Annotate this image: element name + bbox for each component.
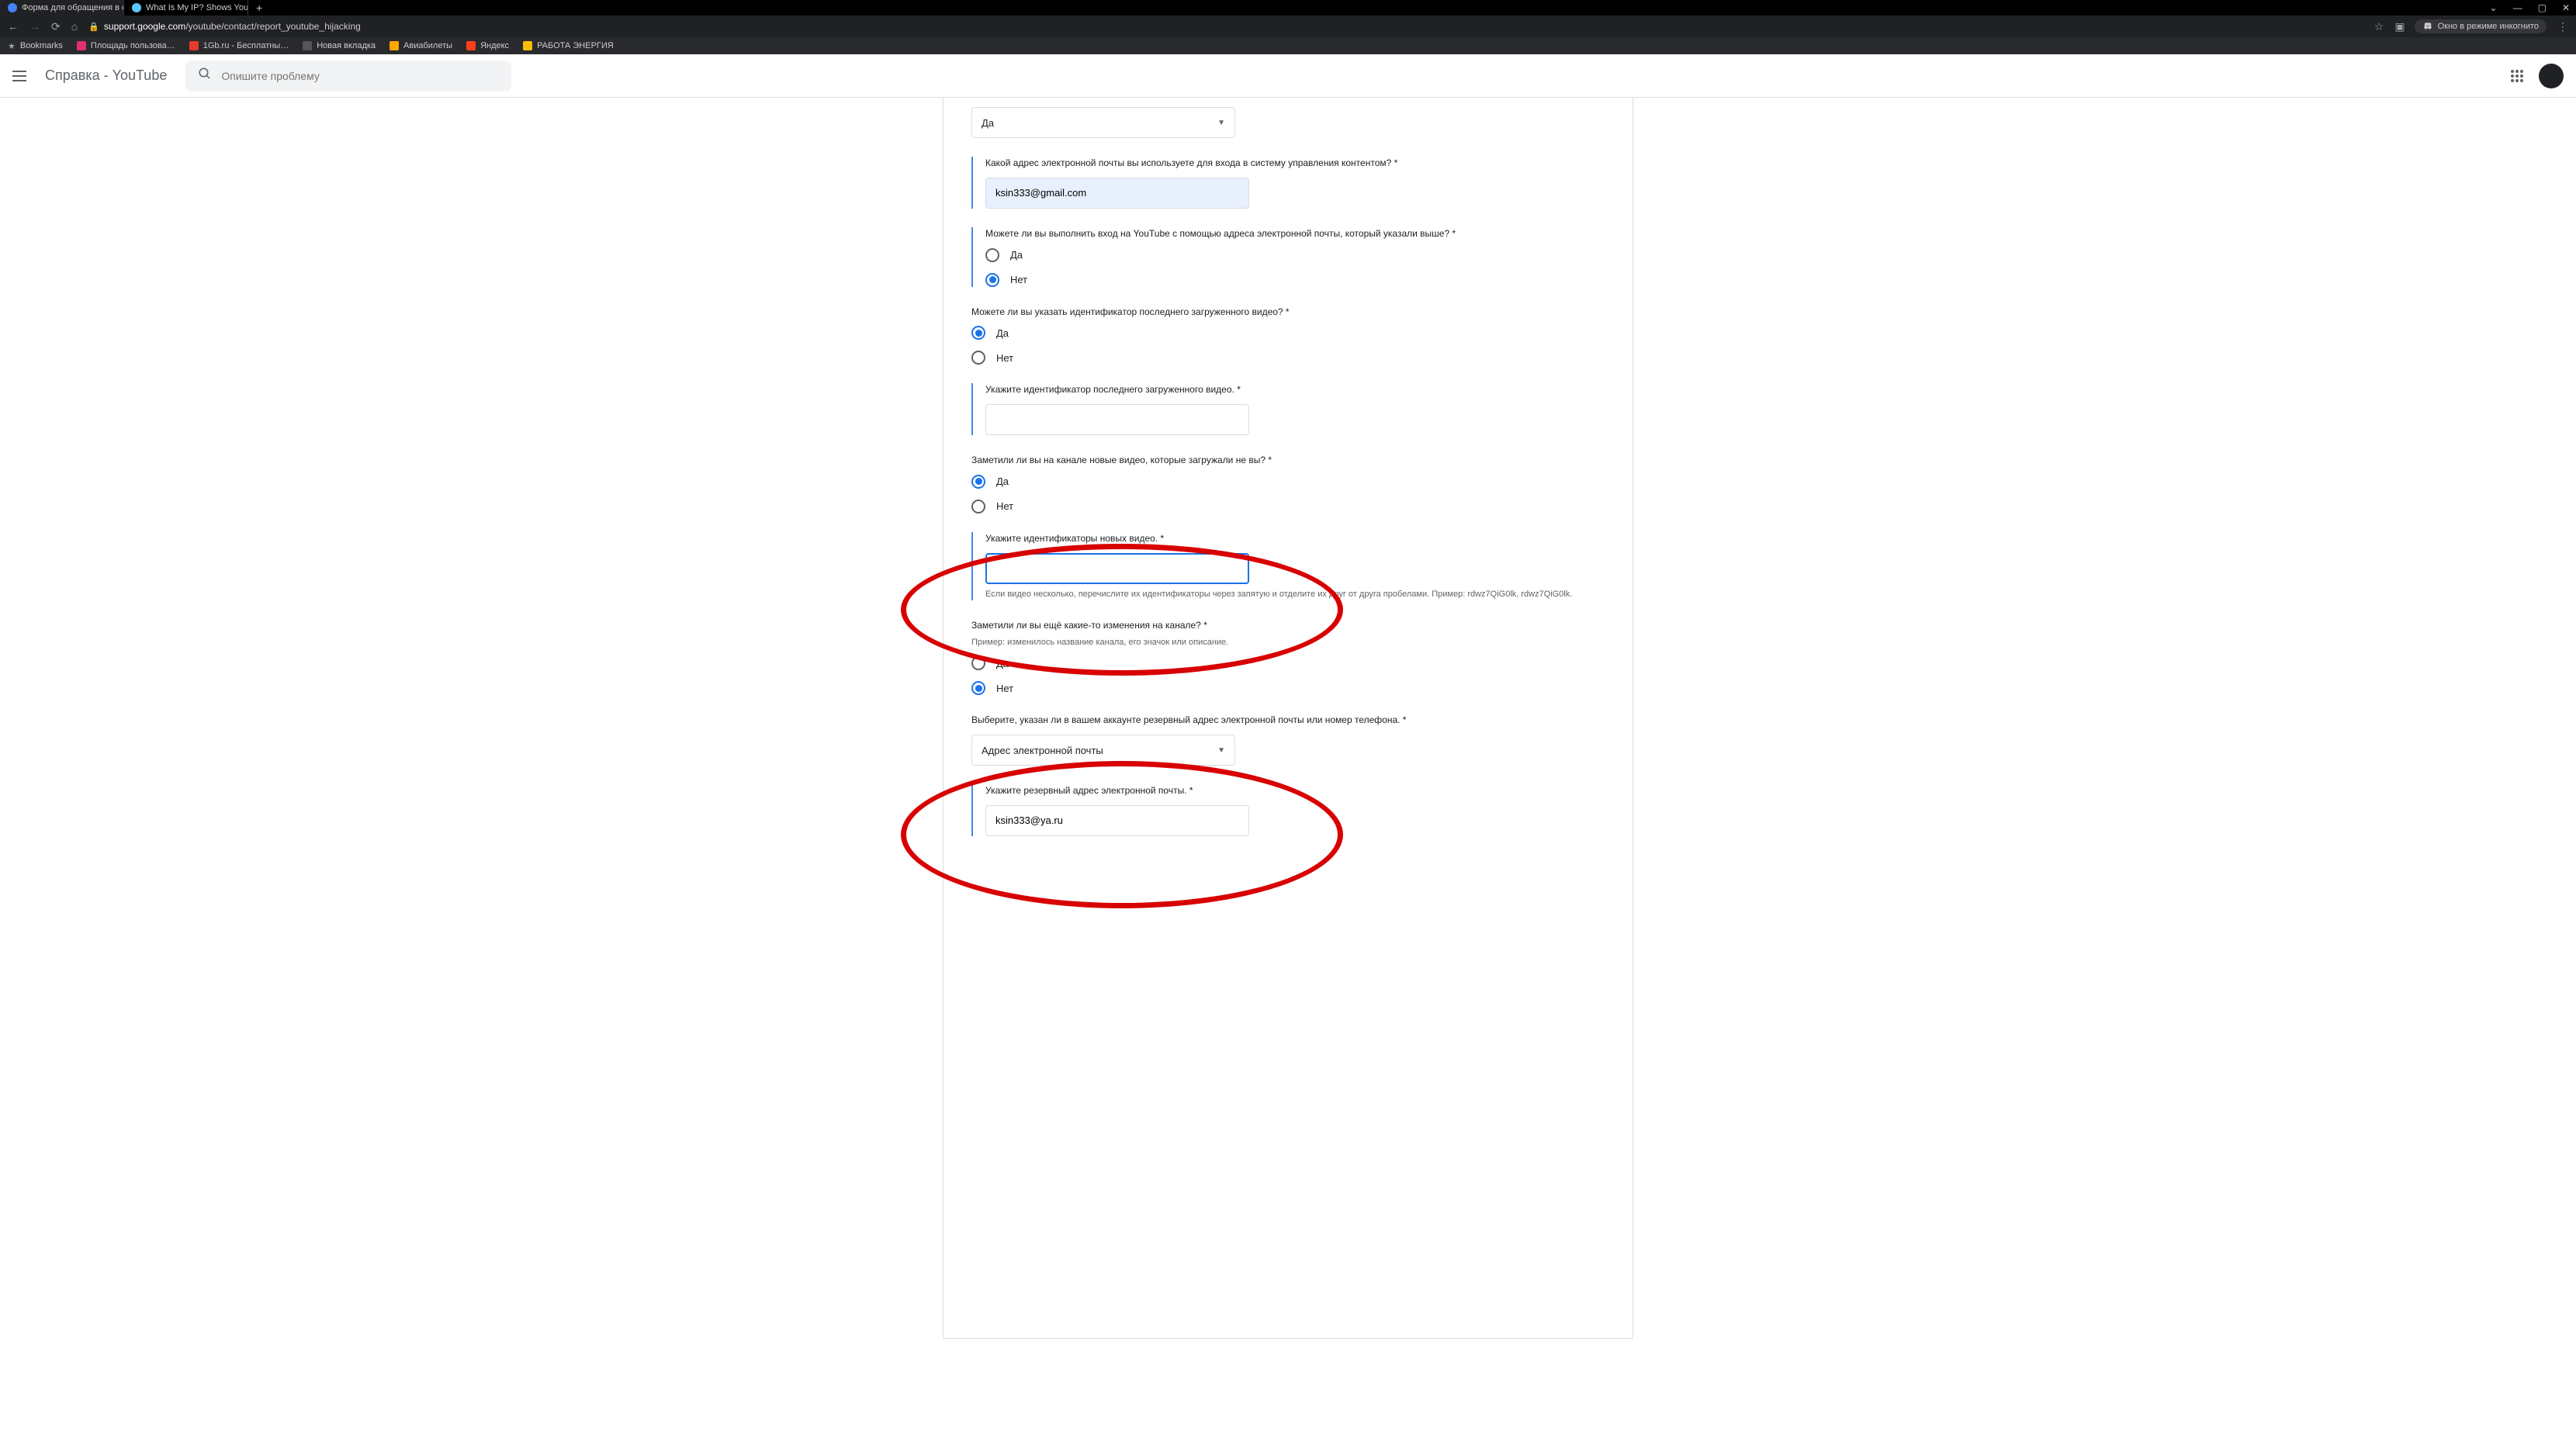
radio-label: Да (996, 658, 1009, 669)
newvideos-radio-yes[interactable]: Да (971, 475, 1605, 489)
window-close[interactable]: ✕ (2562, 2, 2570, 13)
form-card: Да ▼ Какой адрес электронной почты вы ис… (943, 98, 1633, 1339)
bookmark-item[interactable]: Площадь пользова… (77, 41, 175, 50)
lastvideo-id-label: Укажите идентификатор последнего загруже… (985, 383, 1605, 396)
bookmark-label: Площадь пользова… (91, 41, 175, 50)
new-tab-button[interactable]: + (248, 2, 270, 14)
dropdown-arrow-icon: ▼ (1217, 119, 1225, 127)
avatar[interactable] (2539, 64, 2564, 88)
home-button[interactable]: ⌂ (71, 20, 78, 33)
search-box[interactable] (185, 61, 511, 92)
backup-question-label: Выберите, указан ли в вашем аккаунте рез… (971, 714, 1605, 727)
tab-title: Форма для обращения в служб… (22, 3, 124, 12)
star-icon[interactable]: ☆ (2374, 20, 2384, 33)
favicon-google (8, 3, 17, 12)
backup-email-label: Укажите резервный адрес электронной почт… (985, 784, 1605, 797)
login-question-label: Можете ли вы выполнить вход на YouTube с… (985, 227, 1605, 240)
menu-icon[interactable]: ⋮ (2557, 20, 2568, 33)
radio-label: Нет (996, 352, 1013, 364)
url-path: /youtube/contact/report_youtube_hijackin… (185, 21, 361, 32)
bookmark-label: Bookmarks (20, 41, 63, 50)
bookmark-label: Новая вкладка (317, 41, 376, 50)
url-domain: support.google.com (104, 21, 185, 32)
lastvideo-question-label: Можете ли вы указать идентификатор после… (971, 306, 1605, 319)
bookmark-item[interactable]: 1Gb.ru - Бесплатны… (189, 41, 289, 50)
browser-tabs: Форма для обращения в служб… × What Is M… (0, 0, 2576, 16)
backup-email-input[interactable] (985, 805, 1249, 836)
email-question-label: Какой адрес электронной почты вы использ… (985, 157, 1605, 170)
incognito-icon (2422, 21, 2433, 32)
bookmark-label: Яндекс (480, 41, 509, 50)
login-radio-yes[interactable]: Да (985, 248, 1605, 262)
app-header: Справка - YouTube (0, 54, 2576, 98)
bookmark-item[interactable]: Новая вкладка (303, 41, 376, 50)
search-icon (198, 67, 212, 85)
select-value: Да (982, 117, 994, 129)
bookmark-label: РАБОТА ЭНЕРГИЯ (537, 41, 614, 50)
lastvideo-radio-no[interactable]: Нет (971, 351, 1605, 365)
dropdown-arrow-icon: ▼ (1217, 746, 1225, 755)
bookmark-item[interactable]: Авиабилеты (390, 41, 452, 50)
extensions-icon[interactable]: ▣ (2394, 20, 2405, 33)
hamburger-menu-icon[interactable] (12, 71, 26, 81)
tab-title: What Is My IP? Shows Your Publ… (146, 3, 248, 12)
incognito-label: Окно в режиме инкогнито (2438, 22, 2539, 31)
window-dropdown[interactable]: ⌄ (2490, 2, 2498, 13)
apps-grid-icon[interactable] (2511, 70, 2523, 82)
otherchanges-radio-yes[interactable]: Да (971, 656, 1605, 670)
radio-label: Нет (1010, 274, 1027, 285)
otherchanges-helper: Пример: изменилось название канала, его … (971, 637, 1605, 648)
newvideos-radio-no[interactable]: Нет (971, 500, 1605, 514)
url-field[interactable]: support.google.com/youtube/contact/repor… (104, 21, 2363, 32)
content-area: Да ▼ Какой адрес электронной почты вы ис… (0, 98, 2576, 1339)
bookmark-label: 1Gb.ru - Бесплатны… (203, 41, 289, 50)
favicon-ip (132, 3, 141, 12)
window-maximize[interactable]: ▢ (2538, 2, 2547, 13)
radio-label: Да (996, 476, 1009, 487)
lastvideo-radio-yes[interactable]: Да (971, 326, 1605, 340)
email-input[interactable] (985, 178, 1249, 209)
login-radio-no[interactable]: Нет (985, 273, 1605, 287)
incognito-badge[interactable]: Окно в режиме инкогнито (2415, 19, 2547, 33)
otherchanges-question-label: Заметили ли вы ещё какие-то изменения на… (971, 619, 1605, 632)
bookmark-item[interactable]: РАБОТА ЭНЕРГИЯ (523, 41, 614, 50)
bookmark-label: Авиабилеты (403, 41, 452, 50)
newvideos-id-input[interactable] (985, 553, 1249, 584)
bookmark-item[interactable]: Яндекс (466, 41, 509, 50)
content-manager-select[interactable]: Да ▼ (971, 107, 1235, 138)
radio-label: Да (996, 327, 1009, 339)
bookmark-item[interactable]: ★Bookmarks (8, 41, 63, 51)
backup-select[interactable]: Адрес электронной почты ▼ (971, 735, 1235, 766)
search-input[interactable] (221, 70, 499, 82)
window-minimize[interactable]: — (2513, 2, 2522, 13)
otherchanges-radio-no[interactable]: Нет (971, 681, 1605, 695)
address-bar: ← → ⟳ ⌂ 🔒 support.google.com/youtube/con… (0, 16, 2576, 37)
reload-button[interactable]: ⟳ (51, 20, 61, 33)
browser-tab-active[interactable]: Форма для обращения в служб… × (0, 0, 124, 16)
radio-label: Нет (996, 500, 1013, 512)
newvideos-id-label: Укажите идентификаторы новых видео. * (985, 532, 1605, 545)
newvideos-question-label: Заметили ли вы на канале новые видео, ко… (971, 454, 1605, 467)
app-title: Справка - YouTube (45, 67, 167, 84)
lastvideo-id-input[interactable] (985, 404, 1249, 435)
bookmarks-bar: ★Bookmarks Площадь пользова… 1Gb.ru - Бе… (0, 37, 2576, 54)
back-button[interactable]: ← (8, 20, 19, 33)
newvideos-helper: Если видео несколько, перечислите их иде… (985, 589, 1605, 600)
radio-label: Нет (996, 683, 1013, 694)
browser-tab[interactable]: What Is My IP? Shows Your Publ… × (124, 0, 248, 16)
forward-button[interactable]: → (29, 20, 40, 33)
lock-icon[interactable]: 🔒 (88, 22, 99, 32)
select-value: Адрес электронной почты (982, 745, 1103, 756)
radio-label: Да (1010, 249, 1023, 261)
